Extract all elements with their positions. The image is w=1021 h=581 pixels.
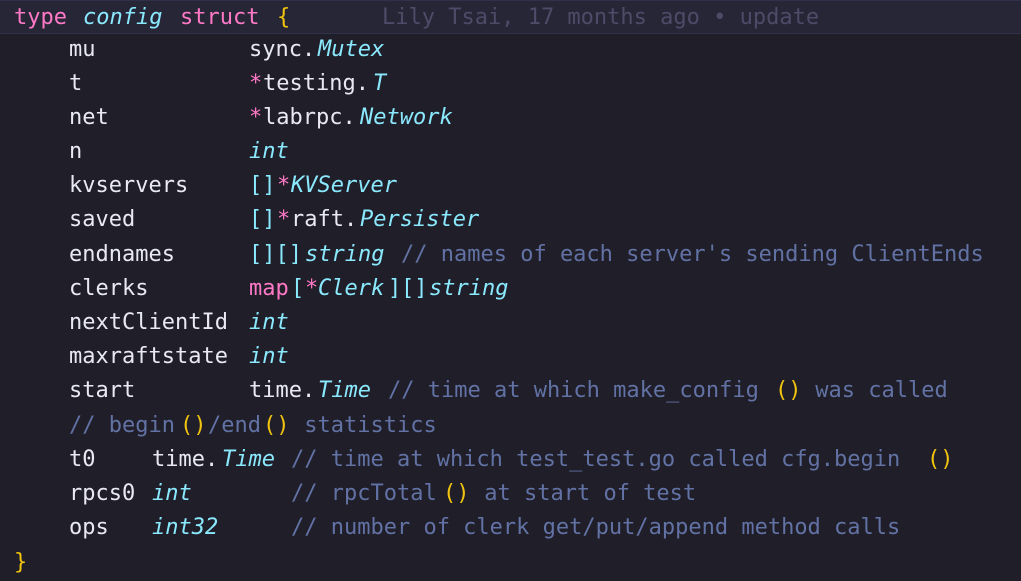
- field-pointer: *: [277, 207, 291, 232]
- git-blame-annotation: Lily Tsai, 17 months ago • update: [382, 5, 820, 30]
- field-name: mu: [69, 37, 96, 62]
- field-type: string: [305, 242, 385, 267]
- field-name: n: [69, 139, 83, 164]
- code-line-field[interactable]: net * labrpc. Network: [0, 101, 453, 135]
- field-type: Time: [318, 378, 371, 403]
- code-line-field[interactable]: maxraftstate int: [0, 340, 289, 374]
- comment-parens: (): [180, 413, 207, 438]
- keyword-struct: struct: [180, 5, 260, 30]
- struct-name: config: [83, 5, 163, 30]
- brace-close: }: [14, 550, 28, 575]
- field-name: saved: [69, 207, 136, 232]
- map-key-bracket-close: ]: [388, 276, 402, 301]
- code-line-field[interactable]: endnames [][] string // names of each se…: [0, 238, 984, 272]
- field-pointer: *: [305, 276, 319, 301]
- code-comment: /end: [208, 413, 261, 438]
- field-package: labrpc.: [263, 105, 356, 130]
- field-slice-brackets: []: [249, 207, 276, 232]
- code-line-field[interactable]: mu sync. Mutex: [0, 33, 384, 67]
- field-type: int: [249, 310, 289, 335]
- code-comment: // begin: [69, 413, 175, 438]
- field-name: nextClientId: [69, 310, 228, 335]
- code-line-field[interactable]: ops int32 // number of clerk get/put/app…: [0, 511, 900, 545]
- field-name: net: [69, 105, 109, 130]
- comment-parens: (): [263, 413, 290, 438]
- field-slice-brackets: []: [401, 276, 428, 301]
- code-comment-tail: at start of test: [471, 481, 697, 506]
- field-package: sync.: [249, 37, 316, 62]
- code-line-closing[interactable]: }: [0, 546, 53, 580]
- code-comment: // time at which test_test.go called cfg…: [291, 447, 901, 472]
- field-name: clerks: [69, 276, 149, 301]
- field-pointer: *: [277, 173, 291, 198]
- code-line-field[interactable]: nextClientId int: [0, 306, 289, 340]
- field-name: endnames: [69, 242, 175, 267]
- map-value-type: string: [429, 276, 509, 301]
- field-name: ops: [69, 515, 109, 540]
- field-package: raft.: [291, 207, 358, 232]
- field-type: T: [373, 71, 387, 96]
- comment-parens: (): [927, 447, 954, 472]
- code-line-field[interactable]: kvservers [] * KVServer: [0, 169, 397, 203]
- code-comment-tail: statistics: [291, 413, 437, 438]
- field-package: testing.: [263, 71, 369, 96]
- field-pointer: *: [249, 71, 263, 96]
- comment-parens: (): [775, 378, 802, 403]
- code-line-field[interactable]: t0 time. Time // time at which test_test…: [0, 443, 954, 477]
- code-line-field[interactable]: rpcs0 int // rpcTotal () at start of tes…: [0, 477, 696, 511]
- field-name: t: [69, 71, 83, 96]
- code-comment: // number of clerk get/put/append method…: [291, 515, 901, 540]
- field-pointer: *: [249, 105, 263, 130]
- map-key-type: Clerk: [318, 276, 385, 301]
- field-name: rpcs0: [69, 481, 136, 506]
- code-line-field[interactable]: saved [] * raft. Persister: [0, 203, 479, 237]
- field-type: Persister: [360, 207, 480, 232]
- field-name: start: [69, 378, 136, 403]
- field-name: kvservers: [69, 173, 189, 198]
- field-type: int: [249, 344, 289, 369]
- code-comment: // names of each server's sending Client…: [401, 242, 984, 267]
- field-name: t0: [69, 447, 96, 472]
- field-type: Mutex: [318, 37, 385, 62]
- field-type: Time: [222, 447, 275, 472]
- code-line-field[interactable]: t * testing. T: [0, 67, 386, 101]
- code-line-field[interactable]: clerks map [ * Clerk ] [] string: [0, 272, 508, 306]
- map-key-bracket-open: [: [291, 276, 305, 301]
- field-package: time.: [249, 378, 316, 403]
- code-line-field[interactable]: start time. Time // time at which make_c…: [0, 374, 948, 408]
- code-editor[interactable]: type config struct { Lily Tsai, 17 month…: [0, 0, 1021, 581]
- code-comment: // rpcTotal: [291, 481, 437, 506]
- field-package: time.: [152, 447, 219, 472]
- code-comment-tail: was called: [802, 378, 948, 403]
- code-line-field[interactable]: n int: [0, 135, 289, 169]
- field-slice-brackets: []: [249, 173, 276, 198]
- code-line-comment[interactable]: // begin () /end () statistics: [0, 409, 437, 443]
- field-type: int: [249, 139, 289, 164]
- keyword-map: map: [249, 276, 289, 301]
- field-name: maxraftstate: [69, 344, 228, 369]
- field-type: Network: [360, 105, 453, 130]
- brace-open: {: [277, 5, 291, 30]
- field-slice-brackets: [][]: [249, 242, 302, 267]
- comment-parens: (): [443, 481, 470, 506]
- field-type: int32: [152, 515, 219, 540]
- code-comment: // time at which make_config: [388, 378, 759, 403]
- field-type: KVServer: [291, 173, 397, 198]
- code-line-struct-header[interactable]: type config struct { Lily Tsai, 17 month…: [0, 0, 1021, 34]
- keyword-type: type: [14, 5, 67, 30]
- field-type: int: [152, 481, 192, 506]
